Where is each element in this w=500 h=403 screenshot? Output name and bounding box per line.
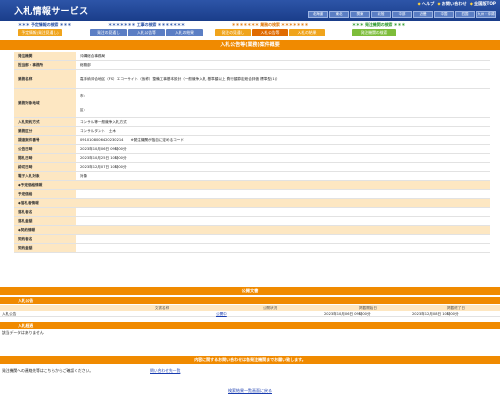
city-field: 市：	[80, 93, 88, 98]
tab-services-forecast[interactable]: 発注の見通し	[215, 29, 251, 36]
tab-schedule-info[interactable]: 予定情報(発注見通し)	[18, 29, 62, 36]
detail-row: 発注機関 沖縄総合事務局	[14, 52, 490, 61]
help-link[interactable]: ◆ヘルプ	[418, 1, 435, 7]
contact-link[interactable]: ◆お問い合わせ	[437, 1, 466, 7]
arrow-icon: ◆	[437, 1, 441, 6]
arrow-icon: ◆	[469, 1, 473, 6]
detail-row: 業務名称 嘉手納沖合地区（FS）エコーサイト（仮称）整備工事基本設計（一般競争入札…	[14, 70, 490, 89]
nav-group-agency: ＊＊＊ 発注機関の検索 ＊＊＊ 発注機関の検索	[352, 22, 405, 36]
tab-construction-notices[interactable]: 入札公告等	[128, 29, 165, 36]
region-tab[interactable]: 中部	[392, 11, 412, 18]
ward-field: 区：	[80, 107, 88, 112]
detail-row: 契約者名	[14, 235, 490, 244]
table-row: 入札公告 公開中 2023年10月06日 09時00分 2023年12月08日 …	[0, 311, 500, 317]
detail-row: 業務対象地域 市： 区：	[14, 89, 490, 118]
detail-table: 発注機関 沖縄総合事務局 担当部・事務所 総務部 業務名称 嘉手納沖合地区（FS）エコ…	[14, 52, 490, 253]
public-docs-title: 公開文書	[0, 287, 500, 295]
tab-services-results[interactable]: 入札の結果	[289, 29, 325, 36]
nav-group-title: ＊＊＊ 予定情報の検索 ＊＊＊	[18, 22, 72, 27]
region-tab[interactable]: 近畿	[413, 11, 433, 18]
contact-text: 発注機関への連絡先等はこちらからご確認ください。	[2, 368, 94, 373]
national-top-link[interactable]: ◆全国版TOP	[470, 1, 496, 7]
tab-construction-forecast[interactable]: 発注の見通し	[90, 29, 127, 36]
detail-row: 入札契約方式 コンサル等一般競争入札方式	[14, 118, 490, 127]
doc-start-date: 2023年10月06日 09時00分	[324, 311, 412, 317]
doc-end-date: 2023年12月08日 10時00分	[412, 311, 500, 317]
detail-row: 落札者名	[14, 208, 490, 217]
top-links: ◆ヘルプ ◆お問い合わせ ◆全国版TOP	[418, 1, 496, 7]
section-schedule-price: ◆予定価格情報	[14, 181, 490, 190]
detail-row: 調達案件番号 0910108006420230214 ※発注機関が独自に定めるコー…	[14, 136, 490, 145]
public-docs-table: 文書名称 公開状況 掲載開始日 掲載終了日 入札公告 公開中 2023年10月0…	[0, 305, 500, 317]
region-tab[interactable]: 中国	[434, 11, 454, 18]
nav-group-construction: ＊＊＊＊＊＊＊ 工事の検索 ＊＊＊＊＊＊＊ 発注の見通し 入札公告等 入札の結果	[90, 22, 203, 36]
detail-row: 開札日時 2023年10月25日 10時00分	[14, 154, 490, 163]
region-tab[interactable]: 北海道	[308, 11, 328, 18]
region-tab[interactable]: 関東	[350, 11, 370, 18]
detail-row: 落札金額	[14, 217, 490, 226]
detail-row: 業務区分 コンサルタント 土木	[14, 127, 490, 136]
arrow-icon: ◆	[417, 1, 421, 6]
section-contract: ◆契約情報	[14, 226, 490, 235]
detail-row: 電子入札対象 対象	[14, 172, 490, 181]
region-tab[interactable]: 四国	[455, 11, 475, 18]
region-tab[interactable]: 東北	[329, 11, 349, 18]
nav-group-schedule: ＊＊＊ 予定情報の検索 ＊＊＊ 予定情報(発注見通し)	[18, 22, 71, 36]
doc-name: 入札公告	[0, 311, 108, 317]
nav-group-title: ＊＊＊ 発注機関の検索 ＊＊＊	[352, 22, 406, 27]
public-docs-subhead: 入札公告	[0, 297, 500, 304]
results-subhead: 入札経過	[0, 322, 500, 329]
detail-row: 契約金額	[14, 244, 490, 253]
detail-row: 締切日時 2023年12月07日 10時00分	[14, 163, 490, 172]
app-header: 入札情報サービス ◆ヘルプ ◆お問い合わせ ◆全国版TOP 北海道 東北 関東 …	[0, 0, 500, 21]
nav-group-title: ＊＊＊＊＊＊＊ 工事の検索 ＊＊＊＊＊＊＊	[108, 22, 185, 27]
region-tab[interactable]: 北陸	[371, 11, 391, 18]
back-to-results-link[interactable]: 検索結果一覧画面に戻る	[228, 388, 272, 393]
tab-agency-search[interactable]: 発注機関の検索	[352, 29, 396, 36]
region-tab[interactable]: 九州・沖縄	[476, 11, 496, 18]
tab-construction-results[interactable]: 入札の結果	[166, 29, 203, 36]
detail-row: 公告日時 2023年10月06日 09時00分	[14, 145, 490, 154]
page-title: 入札公告等(業務)案件概要	[0, 40, 500, 50]
detail-row: 担当部・事務所 総務部	[14, 61, 490, 70]
section-winner: ◆落札者情報	[14, 199, 490, 208]
tab-services-notices[interactable]: 入札公告等	[252, 29, 288, 36]
nav-group-title: ＊＊＊＊＊＊＊ 業務の検索 ＊＊＊＊＊＊＊	[231, 22, 309, 27]
doc-status-link[interactable]: 公開中	[216, 312, 227, 316]
region-tabs: 北海道 東北 関東 北陸 中部 近畿 中国 四国 九州・沖縄	[308, 11, 496, 18]
no-data-note: 該当データはありません	[2, 330, 44, 335]
contact-list-link[interactable]: 問い合わせ先一覧	[150, 368, 180, 373]
contact-bar: 内容に関するお問い合わせは各発注機関までお願い致します。	[0, 356, 500, 364]
app-title: 入札情報サービス	[14, 7, 89, 17]
detail-row: 予定価格	[14, 190, 490, 199]
nav-group-services: ＊＊＊＊＊＊＊ 業務の検索 ＊＊＊＊＊＊＊ 発注の見通し 入札公告等 入札の結果	[215, 22, 325, 36]
main-nav: ＊＊＊ 予定情報の検索 ＊＊＊ 予定情報(発注見通し) ＊＊＊＊＊＊＊ 工事の検…	[0, 21, 500, 37]
